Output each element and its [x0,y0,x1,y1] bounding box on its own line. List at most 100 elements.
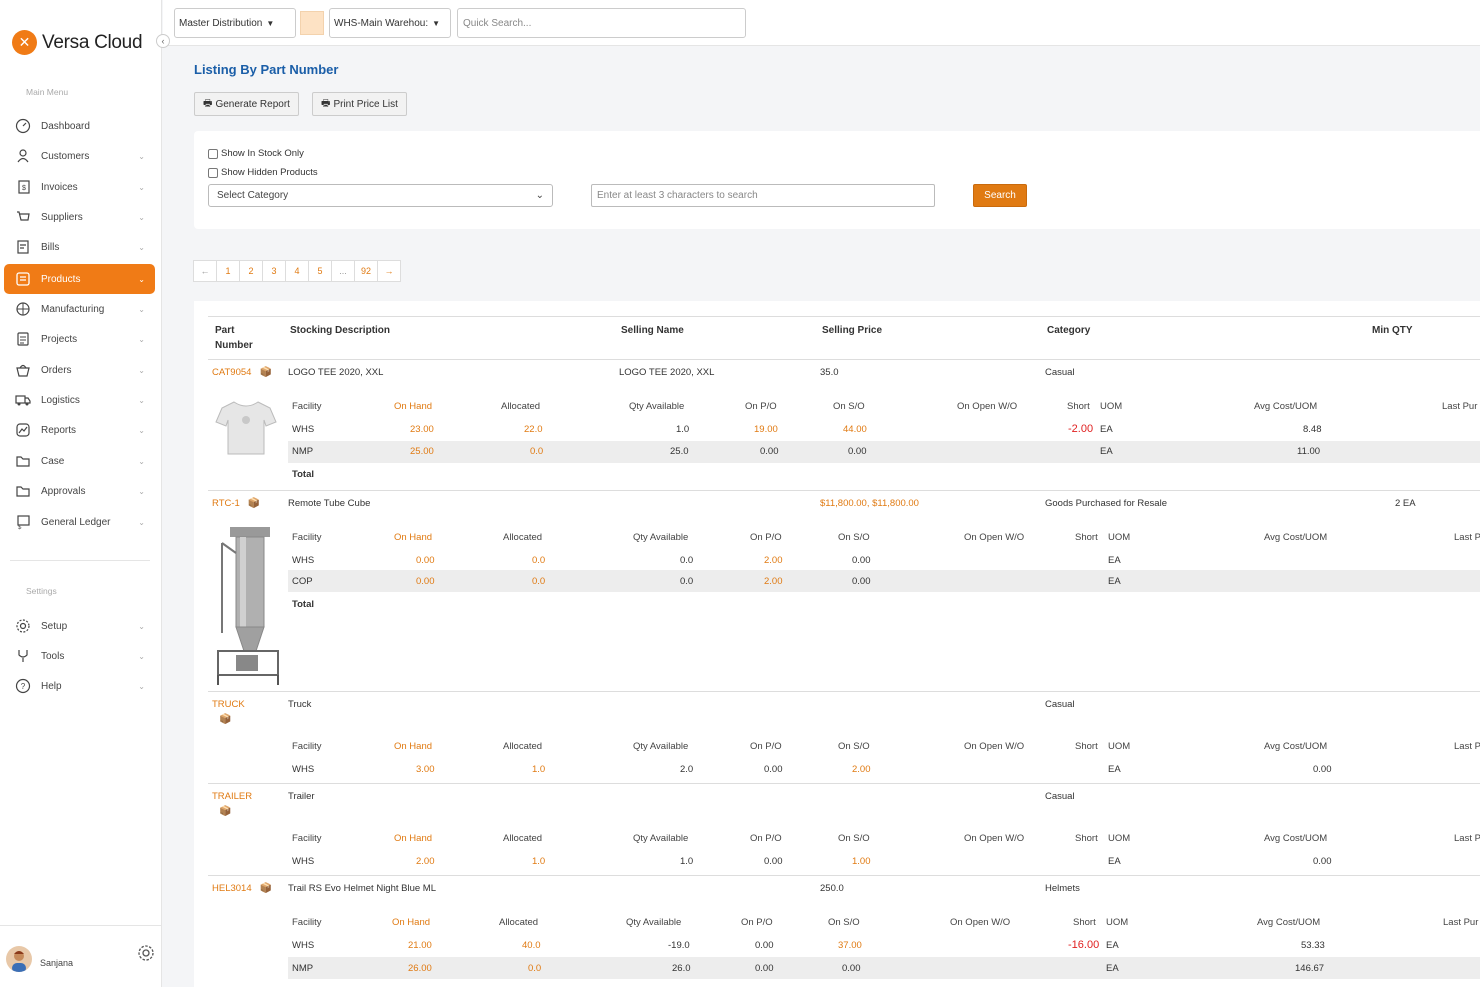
sidebar-item-bills[interactable]: Bills ⌄ [4,232,155,262]
col-stocking-description[interactable]: Stocking Description [290,323,390,338]
sidebar-item-reports[interactable]: Reports ⌄ [4,415,155,445]
chevron-down-icon: ⌄ [138,274,145,284]
box-icon[interactable]: 📦 [219,806,231,817]
inv-col-uom: UOM [1106,917,1129,928]
part-number-link[interactable]: CAT9054 📦 [212,367,272,378]
col-min-qty[interactable]: Min QTY [1372,323,1413,338]
sidebar-item-label: Suppliers [41,211,83,223]
sidebar-item-case[interactable]: Case ⌄ [4,446,155,476]
inv-col-short: Short [1075,741,1098,752]
uom: EA [1108,764,1121,775]
sidebar-item-suppliers[interactable]: Suppliers ⌄ [4,202,155,232]
sidebar-item-customers[interactable]: Customers ⌄ [4,141,155,171]
chevron-down-icon: ⌄ [138,425,145,435]
selling-name: LOGO TEE 2020, XXL [619,367,715,378]
facility: WHS [292,764,315,775]
sidebar-item-label: Dashboard [41,120,90,132]
qty-available: -19.0 [668,940,690,951]
sidebar-collapse-button[interactable]: ‹ [156,34,170,48]
part-number-link[interactable]: RTC-1 📦 [212,498,260,509]
box-icon[interactable]: 📦 [260,883,272,894]
on-so: 0.00 [842,963,861,974]
part-number-link[interactable]: TRAILER [212,791,252,802]
search-placeholder: Enter at least 3 characters to search [597,190,758,201]
sidebar-item-products[interactable]: Products ⌄ [4,264,155,294]
inv-col-avg-cost: Avg Cost/UOM [1254,401,1318,412]
search-button[interactable]: Search [973,184,1027,207]
category: Goods Purchased for Resale [1045,498,1167,509]
col-selling-price[interactable]: Selling Price [822,323,882,338]
pager-prev[interactable]: ← [193,260,217,282]
quick-search-input[interactable]: Quick Search... [457,8,746,38]
sidebar-item-label: Case [41,455,65,467]
sidebar-item-setup[interactable]: Setup ⌄ [4,611,155,641]
box-icon[interactable]: 📦 [248,498,260,509]
gear-icon[interactable] [137,944,155,962]
part-number: TRAILER [212,791,253,802]
sidebar-item-logistics[interactable]: Logistics ⌄ [4,385,155,415]
chevron-down-icon: ⌄ [138,456,145,466]
stocking-description: Truck [288,699,312,710]
print-price-list-button[interactable]: 🖶 Print Price List [312,92,407,116]
generate-report-button[interactable]: 🖶 Generate Report [194,92,299,116]
svg-text:$: $ [22,185,26,192]
show-hidden-checkbox[interactable]: Show Hidden Products [208,167,318,178]
sidebar-item-label: Logistics [41,394,80,406]
on-hand: 2.00 [416,856,435,867]
avatar[interactable] [6,946,32,972]
projects-icon [14,330,32,348]
sidebar-item-orders[interactable]: Orders ⌄ [4,355,155,385]
col-category[interactable]: Category [1047,323,1090,338]
sidebar-item-label: Products [41,273,81,285]
sidebar-item-dashboard[interactable]: Dashboard [4,111,155,141]
sidebar-item-help[interactable]: ? Help ⌄ [4,671,155,701]
pager-page-2[interactable]: 2 [239,260,263,282]
box-icon[interactable]: 📦 [259,367,271,378]
brand-logo[interactable]: ✕ Versa Cloud [12,30,143,55]
product-image-tshirt[interactable] [214,398,278,458]
product-search-input[interactable]: Enter at least 3 characters to search [591,184,935,207]
checkbox-box[interactable] [208,148,218,159]
product-image-tube-cube[interactable] [212,523,282,688]
sidebar: ✕ Versa Cloud Main Menu Dashboard Custom… [0,0,162,987]
pager-next[interactable]: → [377,260,402,282]
part-number-link[interactable]: TRUCK [212,699,245,710]
reports-icon [14,421,32,439]
checkbox-box[interactable] [208,167,218,178]
pager-page-92[interactable]: 92 [354,260,379,282]
pager-page-4[interactable]: 4 [285,260,309,282]
sidebar-item-tools[interactable]: Tools ⌄ [4,641,155,671]
allocated: 0.0 [528,963,542,974]
caret-down-icon: ▼ [266,18,275,28]
color-swatch[interactable] [300,11,324,35]
sidebar-item-projects[interactable]: Projects ⌄ [4,324,155,354]
svg-text:$: $ [18,525,22,530]
pager-page-5[interactable]: 5 [308,260,332,282]
inv-col-on-so: On S/O [833,401,865,412]
pager-page-1[interactable]: 1 [216,260,240,282]
chevron-down-icon: ⌄ [138,182,145,192]
chevron-down-icon: ⌄ [138,304,145,314]
on-so: 1.00 [852,856,871,867]
pager-page-3[interactable]: 3 [262,260,286,282]
warehouse-select[interactable]: WHS-Main Warehou: ▼ [329,8,451,38]
case-icon [14,452,32,470]
on-so: 0.00 [852,555,871,566]
sidebar-item-approvals[interactable]: Approvals ⌄ [4,476,155,506]
company-select[interactable]: Master Distribution ▼ [174,8,296,38]
col-part-number-line2: Number [215,340,253,351]
col-selling-name[interactable]: Selling Name [621,323,684,338]
sidebar-item-invoices[interactable]: $ Invoices ⌄ [4,172,155,202]
show-in-stock-checkbox[interactable]: Show In Stock Only [208,148,304,159]
category-select[interactable]: Select Category ⌄ [208,184,553,207]
chevron-down-icon: ⌄ [138,212,145,222]
sidebar-item-manufacturing[interactable]: Manufacturing ⌄ [4,294,155,324]
part-number-link[interactable]: HEL3014 📦 [212,883,272,894]
col-part-number[interactable]: Part Number [215,323,253,353]
sidebar-item-general-ledger[interactable]: $ General Ledger ⌄ [4,507,155,537]
box-icon[interactable]: 📦 [219,714,231,725]
on-po: 19.00 [754,424,778,435]
inv-col-on-hand: On Hand [394,741,433,752]
on-po: 0.00 [764,856,783,867]
tools-icon [14,647,32,665]
